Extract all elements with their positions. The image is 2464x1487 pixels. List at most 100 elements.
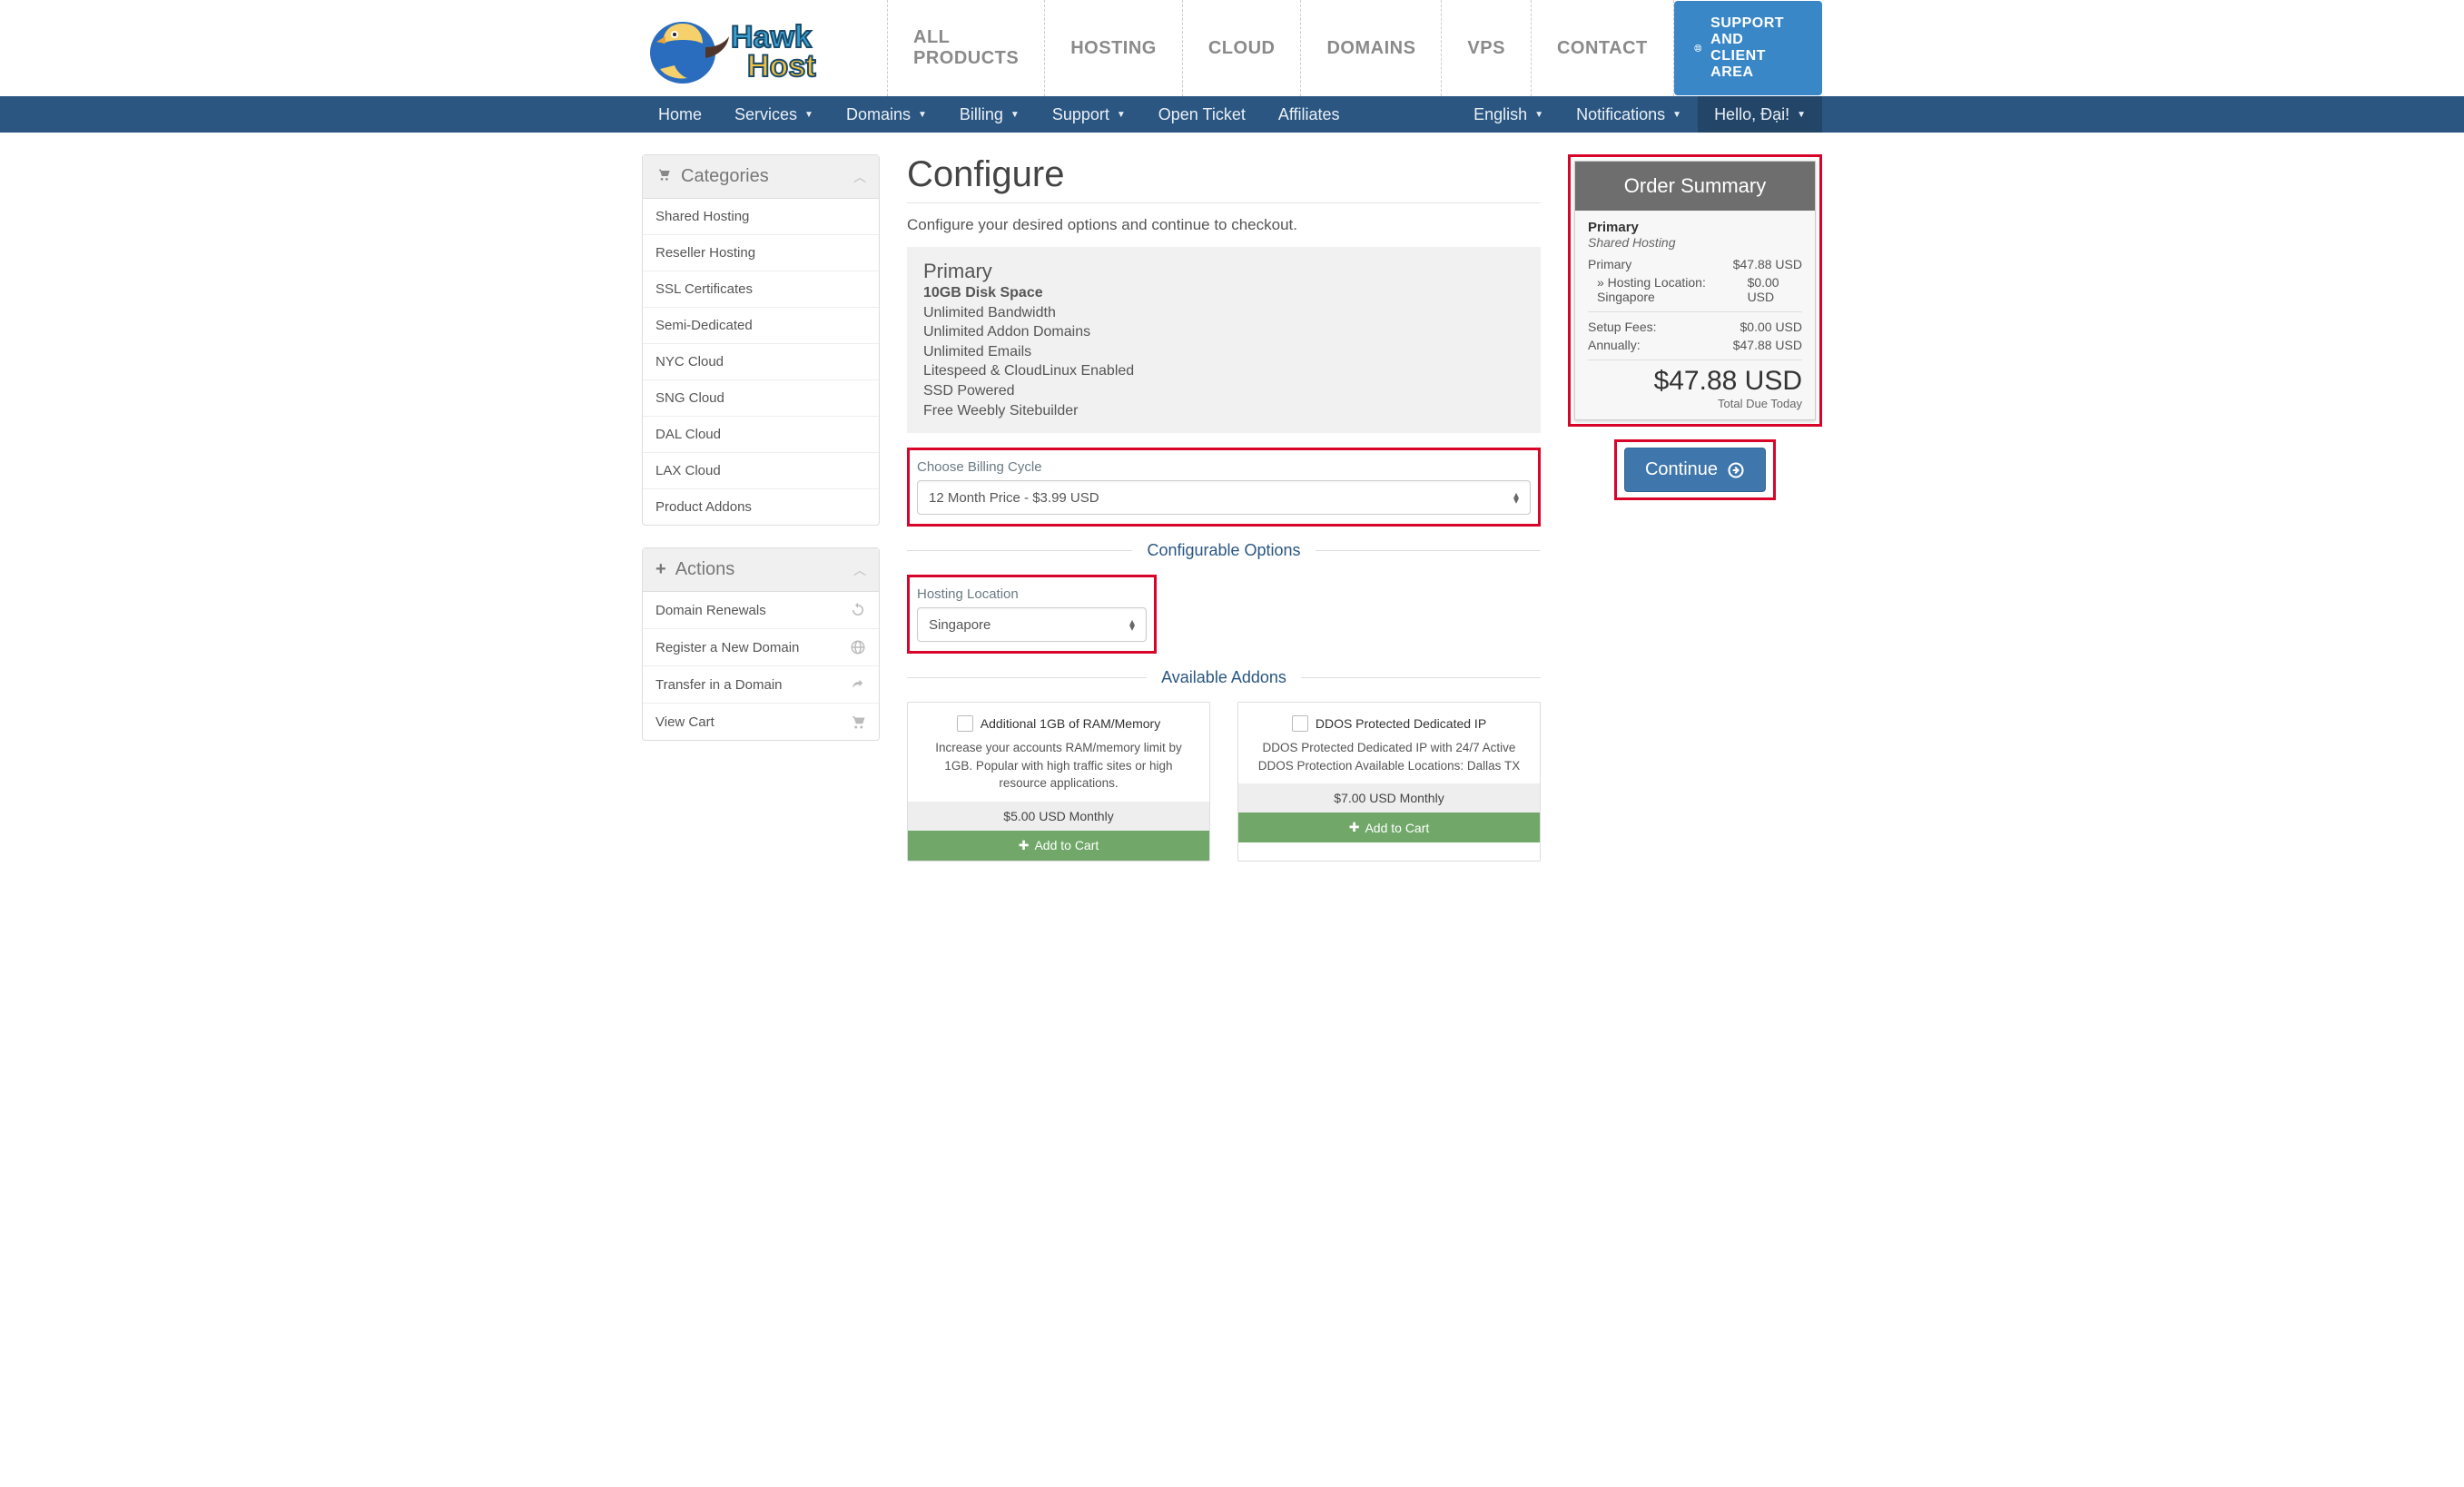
action-register-domain[interactable]: Register a New Domain [643, 629, 879, 666]
subnav-user-label: Hello, Đại! [1714, 105, 1789, 124]
hosting-location-section: Hosting Location Singapore ▴▾ [907, 575, 1157, 654]
select-arrows-icon: ▴▾ [1513, 492, 1519, 503]
continue-highlight: Continue [1614, 439, 1776, 500]
hosting-location-select[interactable]: Singapore ▴▾ [917, 607, 1147, 642]
sidebar-item-reseller-hosting[interactable]: Reseller Hosting [643, 235, 879, 271]
sidebar-item-nyc-cloud[interactable]: NYC Cloud [643, 344, 879, 380]
subnav-services-label: Services [734, 105, 797, 124]
addon-price: $7.00 USD Monthly [1238, 783, 1540, 812]
subnav-language[interactable]: English▼ [1457, 96, 1560, 133]
addon-btn-label: Add to Cart [1034, 838, 1099, 852]
sidebar-item-sng-cloud[interactable]: SNG Cloud [643, 380, 879, 417]
arrow-right-circle-icon [1727, 461, 1745, 479]
chevron-down-icon: ▼ [1117, 110, 1126, 120]
order-fee-value: $47.88 USD [1733, 338, 1802, 352]
chevron-down-icon: ▼ [1672, 110, 1681, 120]
order-summary-highlight: Order Summary Primary Shared Hosting Pri… [1568, 154, 1822, 427]
action-label: Register a New Domain [655, 640, 799, 655]
continue-button[interactable]: Continue [1624, 448, 1766, 492]
svg-text:Host: Host [747, 49, 816, 84]
subnav-support[interactable]: Support▼ [1036, 96, 1142, 133]
continue-label: Continue [1645, 459, 1718, 480]
plus-icon: ✚ [1349, 820, 1360, 835]
subnav-billing-label: Billing [960, 105, 1003, 124]
addon-checkbox[interactable] [1292, 715, 1308, 732]
topnav-hosting[interactable]: HOSTING [1044, 0, 1182, 96]
addon-description: Increase your accounts RAM/memory limit … [924, 739, 1193, 793]
topnav-cloud[interactable]: CLOUD [1182, 0, 1301, 96]
topnav-contact[interactable]: CONTACT [1531, 0, 1674, 96]
topnav-domains[interactable]: DOMAINS [1300, 0, 1441, 96]
lifebuoy-icon [1694, 39, 1701, 57]
sidebar-item-semi-dedicated[interactable]: Semi-Dedicated [643, 308, 879, 344]
order-due-label: Total Due Today [1588, 397, 1802, 410]
subnav-user-menu[interactable]: Hello, Đại!▼ [1698, 96, 1822, 133]
addon-btn-label: Add to Cart [1365, 821, 1429, 835]
chevron-up-icon: ︿ [853, 561, 866, 579]
sidebar-item-lax-cloud[interactable]: LAX Cloud [643, 453, 879, 489]
main-content: Configure Configure your desired options… [907, 154, 1822, 862]
order-summary-card: Order Summary Primary Shared Hosting Pri… [1574, 161, 1816, 420]
cart-icon [655, 166, 672, 187]
addons-row: Additional 1GB of RAM/Memory Increase yo… [907, 702, 1541, 862]
continue-wrap: Continue [1568, 439, 1822, 500]
add-to-cart-button[interactable]: ✚ Add to Cart [908, 831, 1209, 861]
action-label: Domain Renewals [655, 603, 766, 618]
sidebar-item-product-addons[interactable]: Product Addons [643, 489, 879, 525]
subnav-open-ticket[interactable]: Open Ticket [1142, 96, 1262, 133]
hosting-location-label: Hosting Location [917, 586, 1147, 602]
chevron-down-icon: ▼ [1534, 110, 1543, 120]
section-title: Available Addons [1147, 668, 1301, 687]
subnav-notifications[interactable]: Notifications▼ [1560, 96, 1698, 133]
billing-cycle-select[interactable]: 12 Month Price - $3.99 USD ▴▾ [917, 480, 1531, 515]
actions-header[interactable]: + Actions ︿ [643, 548, 879, 592]
page-subtitle: Configure your desired options and conti… [907, 216, 1541, 234]
subnav-domains[interactable]: Domains▼ [830, 96, 943, 133]
add-to-cart-button[interactable]: ✚ Add to Cart [1238, 812, 1540, 842]
sidebar-item-dal-cloud[interactable]: DAL Cloud [643, 417, 879, 453]
addon-checkbox[interactable] [957, 715, 973, 732]
billing-cycle-section: Choose Billing Cycle 12 Month Price - $3… [907, 448, 1541, 527]
addon-description: DDOS Protected Dedicated IP with 24/7 Ac… [1255, 739, 1523, 774]
chevron-down-icon: ▼ [804, 110, 813, 120]
categories-header[interactable]: Categories ︿ [643, 155, 879, 199]
order-line-label: » Hosting Location: Singapore [1588, 275, 1748, 304]
order-total: $47.88 USD [1588, 366, 1802, 397]
sidebar: Categories ︿ Shared Hosting Reseller Hos… [642, 154, 880, 763]
actions-title: Actions [675, 559, 735, 580]
subnav-services[interactable]: Services ▼ [718, 96, 830, 133]
categories-panel: Categories ︿ Shared Hosting Reseller Hos… [642, 154, 880, 526]
chevron-down-icon: ▼ [1010, 110, 1020, 120]
subnav-affiliates[interactable]: Affiliates [1262, 96, 1356, 133]
addon-title: DDOS Protected Dedicated IP [1316, 716, 1486, 731]
order-product-type: Shared Hosting [1588, 235, 1802, 250]
plus-icon: ✚ [1019, 838, 1030, 853]
subnav-home[interactable]: Home [642, 96, 718, 133]
action-domain-renewals[interactable]: Domain Renewals [643, 592, 879, 629]
order-summary-column: Order Summary Primary Shared Hosting Pri… [1568, 154, 1822, 500]
subnav-domains-label: Domains [846, 105, 911, 124]
support-btn-label: SUPPORT AND CLIENT AREA [1710, 15, 1802, 81]
product-feature: 10GB Disk Space [923, 283, 1524, 303]
categories-title: Categories [681, 166, 769, 187]
sidebar-item-ssl-certificates[interactable]: SSL Certificates [643, 271, 879, 308]
order-fee-label: Annually: [1588, 338, 1641, 352]
page-title: Configure [907, 154, 1541, 203]
billing-cycle-label: Choose Billing Cycle [917, 459, 1531, 475]
product-feature: Litespeed & CloudLinux Enabled [923, 361, 1524, 381]
hawkhost-logo-icon: Hawk Host [642, 5, 842, 92]
product-details-box: Primary 10GB Disk Space Unlimited Bandwi… [907, 247, 1541, 433]
action-view-cart[interactable]: View Cart [643, 704, 879, 740]
topnav-all-products[interactable]: ALL PRODUCTS [887, 0, 1044, 96]
product-feature: Unlimited Addon Domains [923, 322, 1524, 342]
sidebar-item-shared-hosting[interactable]: Shared Hosting [643, 199, 879, 235]
subnav-billing[interactable]: Billing ▼ [943, 96, 1036, 133]
product-feature: SSD Powered [923, 381, 1524, 401]
logo[interactable]: Hawk Host [642, 5, 842, 92]
action-transfer-domain[interactable]: Transfer in a Domain [643, 666, 879, 704]
actions-panel: + Actions ︿ Domain Renewals Register a N… [642, 547, 880, 741]
globe-icon [850, 639, 866, 655]
order-summary-title: Order Summary [1575, 162, 1815, 211]
support-client-area-button[interactable]: SUPPORT AND CLIENT AREA [1674, 1, 1822, 95]
topnav-vps[interactable]: VPS [1441, 0, 1531, 96]
